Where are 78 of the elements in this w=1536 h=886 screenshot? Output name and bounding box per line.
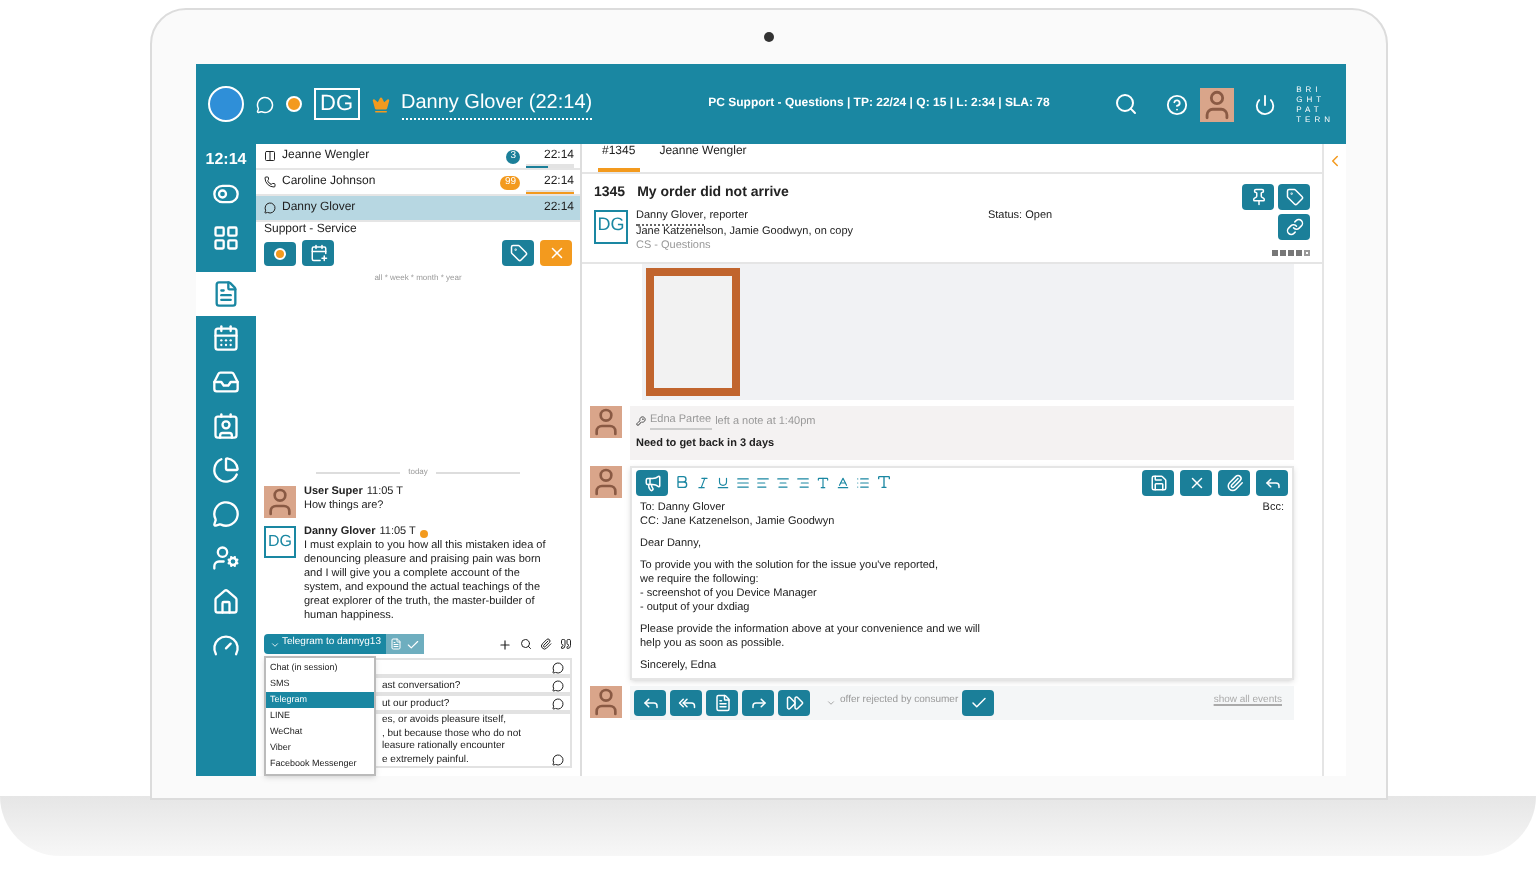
confirm-icon [969,693,988,711]
calendar-add-button[interactable] [302,240,334,266]
save-icon [1149,473,1167,491]
contact-initials: DG [314,88,359,120]
pin-icon [1249,188,1267,206]
bold-icon[interactable] [674,474,690,490]
align-center-icon[interactable] [776,475,790,489]
underline-icon[interactable] [716,475,730,489]
align-left-icon[interactable] [756,475,770,489]
tag-button[interactable] [502,240,534,266]
chat-icon [552,754,564,766]
columns-icon [264,150,276,162]
avatar-placeholder [590,465,622,497]
forward-all-button[interactable] [778,689,810,715]
check-icon[interactable] [406,637,421,651]
document-button[interactable] [706,689,738,715]
reply-button[interactable] [634,689,666,715]
forward-button[interactable] [742,689,774,715]
confirm-button[interactable] [962,689,995,715]
help-icon[interactable] [1166,93,1189,115]
record-button[interactable] [264,241,296,265]
avatar-placeholder [590,406,622,438]
avatar-placeholder [1200,87,1235,121]
save-button[interactable] [1142,469,1174,495]
initials-avatar: DG [264,526,296,558]
document-icon[interactable] [390,638,403,650]
text-size-icon[interactable] [816,475,830,489]
discard-button[interactable] [1180,469,1212,495]
chat-icon [264,202,276,214]
forward-all-icon [785,693,803,711]
initials-avatar: DG [594,209,628,243]
phone-icon [264,176,276,188]
search-icon[interactable] [520,638,532,650]
document-icon [713,693,731,711]
reply-all-button[interactable] [670,689,702,715]
tag-button[interactable] [1278,184,1310,210]
send-icon [643,473,661,491]
reply-all-icon [677,693,695,711]
clock-time: 12:14 [205,148,247,172]
align-justify-icon[interactable] [736,475,750,489]
avatar-placeholder [264,486,296,518]
pin-button[interactable] [1242,184,1274,210]
forward-icon [749,693,767,711]
reply-icon [641,693,659,711]
attach-icon [1225,473,1243,491]
search-icon[interactable] [1114,92,1139,116]
tag-icon [1285,188,1303,206]
power-icon[interactable] [1254,93,1277,115]
italic-icon[interactable] [696,475,710,489]
tag-icon [509,244,527,262]
close-button[interactable] [540,240,572,266]
attach-button[interactable] [1218,469,1250,495]
record-icon [274,247,286,259]
close-icon [547,244,565,262]
link-icon [1285,218,1303,236]
send-button[interactable] [636,469,668,495]
reply-mode-icon [1263,473,1281,491]
caret-icon [270,639,280,649]
list-icon[interactable] [856,475,870,489]
avatar-placeholder [590,686,622,718]
camera-icon [764,32,774,42]
quote-icon[interactable] [560,638,572,650]
chat-icon[interactable] [256,95,274,113]
caret-icon [826,697,836,707]
documents-icon[interactable] [196,272,256,316]
collapse-icon[interactable] [1326,152,1344,170]
font-icon[interactable] [876,474,892,490]
reply-mode-button[interactable] [1256,469,1288,495]
text-color-icon[interactable] [836,475,850,489]
align-right-icon[interactable] [796,475,810,489]
contact-name[interactable]: Danny Glover (22:14) [401,88,593,120]
link-button[interactable] [1278,214,1310,240]
add-icon[interactable] [498,637,512,651]
crown-icon [371,95,389,113]
discard-icon [1187,473,1205,491]
key-icon [636,416,646,427]
paperclip-icon[interactable] [540,638,552,650]
calendar-add-icon [309,244,327,262]
